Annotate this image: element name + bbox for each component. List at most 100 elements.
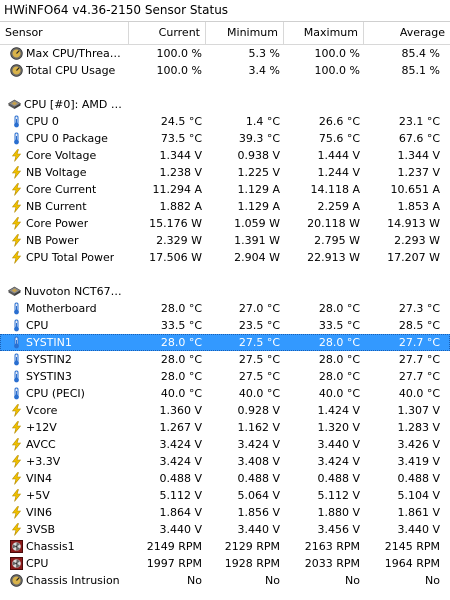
sensor-row[interactable]: Core Current 11.294 A 1.129 A 14.118 A 10.65… — [0, 181, 450, 198]
current-value: 100.0 % — [156, 47, 202, 60]
column-header-maximum[interactable]: Maximum — [284, 22, 364, 44]
sensor-label: CPU (PECI) — [26, 387, 85, 400]
sensor-row[interactable]: Chassis Intrusion No No No No — [0, 572, 450, 589]
current-value: 28.0 °C — [160, 302, 202, 315]
sensor-row[interactable]: NB Power 2.329 W 1.391 W 2.795 W 2.293 W — [0, 232, 450, 249]
sensor-row[interactable]: SYSTIN2 28.0 °C 27.5 °C 28.0 °C 27.7 °C — [0, 351, 450, 368]
maximum-value: 28.0 °C — [318, 336, 360, 349]
sensor-row[interactable]: 3VSB 3.440 V 3.440 V 3.456 V 3.440 V — [0, 521, 450, 538]
current-value: 5.112 V — [159, 489, 202, 502]
gauge-icon — [10, 574, 23, 587]
sensor-label: CPU — [26, 557, 49, 570]
average-value: 1.861 V — [397, 506, 440, 519]
sensor-row[interactable]: CPU 33.5 °C 23.5 °C 33.5 °C 28.5 °C — [0, 317, 450, 334]
window-titlebar: HWiNFO64 v4.36-2150 Sensor Status — [0, 0, 450, 22]
maximum-value: 3.456 V — [317, 523, 360, 536]
average-value: 1.307 V — [397, 404, 440, 417]
sensor-name-cell: CPU 0 Package — [0, 130, 129, 147]
current-value: 1.360 V — [159, 404, 202, 417]
average-value — [364, 96, 450, 113]
thermometer-icon — [10, 336, 23, 349]
sensor-row[interactable]: Core Power 15.176 W 1.059 W 20.118 W 14.913 … — [0, 215, 450, 232]
sensor-row[interactable]: +5V 5.112 V 5.064 V 5.112 V 5.104 V — [0, 487, 450, 504]
bolt-icon — [10, 217, 23, 230]
thermometer-icon — [10, 115, 23, 128]
current-value: 11.294 A — [152, 183, 202, 196]
maximum-value: 100.0 % — [314, 64, 360, 77]
current-value: 28.0 °C — [160, 336, 202, 349]
sensor-group-row[interactable]: CPU [#0]: AMD A... — [0, 96, 450, 113]
bolt-icon — [10, 200, 23, 213]
minimum-value: 2129 RPM — [224, 540, 280, 553]
column-header-minimum[interactable]: Minimum — [206, 22, 284, 44]
average-value: 0.488 V — [397, 472, 440, 485]
minimum-value — [206, 283, 284, 300]
average-value: 23.1 °C — [398, 115, 440, 128]
gauge-icon — [10, 47, 23, 60]
sensor-row[interactable]: CPU 1997 RPM 1928 RPM 2033 RPM 1964 RPM — [0, 555, 450, 572]
minimum-value: 1.162 V — [237, 421, 280, 434]
bolt-icon — [10, 166, 23, 179]
bolt-icon — [10, 234, 23, 247]
sensor-label: Nuvoton NCT6776F — [24, 285, 125, 298]
sensor-name-cell: Max CPU/Thread ... — [0, 45, 129, 62]
bolt-icon — [10, 438, 23, 451]
current-value: 33.5 °C — [160, 319, 202, 332]
sensor-group-row[interactable]: Nuvoton NCT6776F — [0, 283, 450, 300]
current-value — [129, 283, 206, 300]
current-value: 40.0 °C — [160, 387, 202, 400]
sensor-label: Total CPU Usage — [26, 64, 116, 77]
sensor-label: NB Current — [26, 200, 87, 213]
bolt-icon — [10, 455, 23, 468]
sensor-row[interactable]: Motherboard 28.0 °C 27.0 °C 28.0 °C 27.3 °C — [0, 300, 450, 317]
sensor-row[interactable]: CPU (PECI) 40.0 °C 40.0 °C 40.0 °C 40.0 °C — [0, 385, 450, 402]
window-title: HWiNFO64 v4.36-2150 Sensor Status — [4, 3, 229, 17]
sensor-row[interactable]: NB Voltage 1.238 V 1.225 V 1.244 V 1.237 V — [0, 164, 450, 181]
sensor-row[interactable]: +3.3V 3.424 V 3.408 V 3.424 V 3.419 V — [0, 453, 450, 470]
sensor-name-cell: SYSTIN2 — [0, 351, 129, 368]
sensor-row[interactable]: CPU 0 24.5 °C 1.4 °C 26.6 °C 23.1 °C — [0, 113, 450, 130]
minimum-value: 27.0 °C — [238, 302, 280, 315]
sensor-row[interactable]: AVCC 3.424 V 3.424 V 3.440 V 3.426 V — [0, 436, 450, 453]
maximum-value: 2.795 W — [314, 234, 360, 247]
sensor-row[interactable]: Total CPU Usage 100.0 % 3.4 % 100.0 % 85.1 % — [0, 62, 450, 79]
column-header-current[interactable]: Current — [129, 22, 206, 44]
sensor-name-cell: Nuvoton NCT6776F — [0, 283, 129, 300]
sensor-row[interactable]: Max CPU/Thread ... 100.0 % 5.3 % 100.0 % 85.… — [0, 45, 450, 62]
minimum-value: 1.059 W — [234, 217, 280, 230]
maximum-value: 2.259 A — [317, 200, 360, 213]
column-header-sensor[interactable]: Sensor — [0, 22, 129, 44]
minimum-value: 5.064 V — [237, 489, 280, 502]
sensor-row[interactable]: NB Current 1.882 A 1.129 A 2.259 A 1.853 A — [0, 198, 450, 215]
gauge-icon — [10, 64, 23, 77]
sensor-row[interactable]: VIN6 1.864 V 1.856 V 1.880 V 1.861 V — [0, 504, 450, 521]
current-value: 1.882 A — [159, 200, 202, 213]
average-value: 5.104 V — [397, 489, 440, 502]
sensor-row[interactable]: Chassis1 2149 RPM 2129 RPM 2163 RPM 2145 RPM — [0, 538, 450, 555]
sensor-label: Max CPU/Thread ... — [26, 47, 125, 60]
current-value: 2149 RPM — [146, 540, 202, 553]
sensor-label: SYSTIN2 — [26, 353, 72, 366]
sensor-row[interactable]: Core Voltage 1.344 V 0.938 V 1.444 V 1.344 V — [0, 147, 450, 164]
sensor-list[interactable]: Max CPU/Thread ... 100.0 % 5.3 % 100.0 % 85.… — [0, 45, 450, 589]
sensor-name-cell: +3.3V — [0, 453, 129, 470]
sensor-row[interactable]: SYSTIN3 28.0 °C 27.5 °C 28.0 °C 27.7 °C — [0, 368, 450, 385]
sensor-row[interactable]: +12V 1.267 V 1.162 V 1.320 V 1.283 V — [0, 419, 450, 436]
sensor-row[interactable]: Vcore 1.360 V 0.928 V 1.424 V 1.307 V — [0, 402, 450, 419]
maximum-value: 75.6 °C — [318, 132, 360, 145]
sensor-label: CPU Total Power — [26, 251, 115, 264]
sensor-label: CPU — [26, 319, 49, 332]
sensor-name-cell: CPU [#0]: AMD A... — [0, 96, 129, 113]
sensor-name-cell: +5V — [0, 487, 129, 504]
sensor-name-cell: AVCC — [0, 436, 129, 453]
maximum-value: 26.6 °C — [318, 115, 360, 128]
maximum-value: 3.424 V — [317, 455, 360, 468]
sensor-row[interactable]: VIN4 0.488 V 0.488 V 0.488 V 0.488 V — [0, 470, 450, 487]
sensor-row[interactable]: SYSTIN1 28.0 °C 27.5 °C 28.0 °C 27.7 °C — [0, 334, 450, 351]
sensor-row[interactable]: CPU Total Power 17.506 W 2.904 W 22.913 W 17… — [0, 249, 450, 266]
bolt-icon — [10, 421, 23, 434]
column-header-average[interactable]: Average — [364, 22, 450, 44]
sensor-row[interactable]: CPU 0 Package 73.5 °C 39.3 °C 75.6 °C 67.6 °… — [0, 130, 450, 147]
current-value: 3.424 V — [159, 438, 202, 451]
sensor-label: SYSTIN1 — [26, 336, 72, 349]
